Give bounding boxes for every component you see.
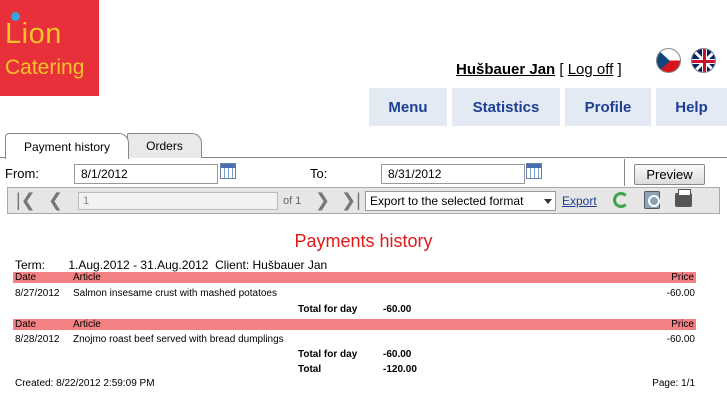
from-date-input[interactable] (74, 164, 218, 184)
first-page-icon[interactable]: |❮ (16, 191, 36, 210)
col-price: Price (671, 319, 694, 330)
col-article: Article (73, 319, 101, 330)
grand-total-value: -120.00 (383, 364, 417, 375)
report-title: Payments history (294, 231, 433, 251)
tab-payment-history[interactable]: Payment history (5, 133, 129, 159)
export-link[interactable]: Export (562, 194, 597, 208)
preview-button[interactable]: Preview (634, 164, 705, 185)
nav-menu[interactable]: Menu (369, 88, 447, 126)
row-date: 8/28/2012 (15, 334, 60, 345)
row-article: Znojmo roast beef served with bread dump… (73, 334, 284, 345)
next-page-icon[interactable]: ❯ (315, 191, 330, 210)
col-article: Article (73, 272, 101, 283)
to-date-input[interactable] (381, 164, 525, 184)
col-date: Date (15, 319, 37, 330)
col-date: Date (15, 272, 37, 283)
lion-catering-logo: Lion Catering (0, 0, 99, 96)
col-price: Price (671, 272, 694, 283)
row-date: 8/27/2012 (15, 288, 60, 299)
logo-line2: Catering (5, 56, 85, 79)
nav-profile[interactable]: Profile (565, 88, 651, 126)
client-label: Client: (215, 258, 250, 272)
chevron-down-icon (544, 199, 552, 204)
page-indicator: Page: 1/1 (652, 378, 695, 389)
open-bracket: [ (559, 61, 564, 78)
term-line: Term: 1.Aug.2012 - 31.Aug.2012 Client: H… (15, 258, 327, 272)
find-icon[interactable] (644, 191, 660, 209)
day-total-label: Total for day (298, 304, 358, 315)
logoff-link[interactable]: Log off (568, 61, 614, 78)
print-icon[interactable] (675, 189, 692, 207)
tab-orders[interactable]: Orders (127, 133, 202, 158)
page-number-input[interactable] (78, 192, 278, 210)
logo-line1: Lion (5, 18, 62, 50)
day-total-value: -60.00 (383, 349, 412, 360)
to-calendar-icon[interactable] (526, 163, 542, 179)
czech-flag-icon[interactable] (656, 48, 681, 73)
report-toolbar: |❮ ❮ of 1 ❯ ❯| Export to the selected fo… (7, 187, 720, 214)
day-total-value: -60.00 (383, 304, 412, 315)
day-total-label: Total for day (298, 349, 358, 360)
table-header: Date Article Price (13, 272, 696, 283)
row-price: -60.00 (666, 288, 695, 299)
table-header: Date Article Price (13, 319, 696, 330)
created-timestamp: Created: 8/22/2012 2:59:09 PM (15, 378, 155, 389)
page-count: of 1 (283, 195, 302, 207)
refresh-icon[interactable] (613, 192, 629, 208)
uk-flag-icon[interactable] (691, 48, 716, 73)
client-value: Hušbauer Jan (252, 258, 328, 272)
user-line: Hušbauer Jan [ Log off ] (456, 61, 622, 78)
export-format-select[interactable]: Export to the selected format (365, 191, 556, 211)
user-name[interactable]: Hušbauer Jan (456, 61, 555, 78)
filter-divider (624, 159, 625, 186)
uk-flag-cross (692, 60, 715, 63)
last-page-icon[interactable]: ❯| (341, 191, 361, 210)
nav-help[interactable]: Help (656, 88, 727, 126)
from-calendar-icon[interactable] (220, 163, 236, 179)
nav-statistics[interactable]: Statistics (452, 88, 560, 126)
term-label: Term: (15, 258, 45, 272)
close-bracket: ] (617, 61, 622, 78)
row-article: Salmon insesame crust with mashed potato… (73, 288, 277, 299)
previous-page-icon[interactable]: ❮ (48, 191, 63, 210)
from-label: From: (5, 166, 39, 181)
to-label: To: (310, 166, 328, 181)
term-value: 1.Aug.2012 - 31.Aug.2012 (68, 258, 209, 272)
export-format-value: Export to the selected format (370, 194, 524, 208)
row-price: -60.00 (666, 334, 695, 345)
grand-total-label: Total (298, 364, 322, 375)
